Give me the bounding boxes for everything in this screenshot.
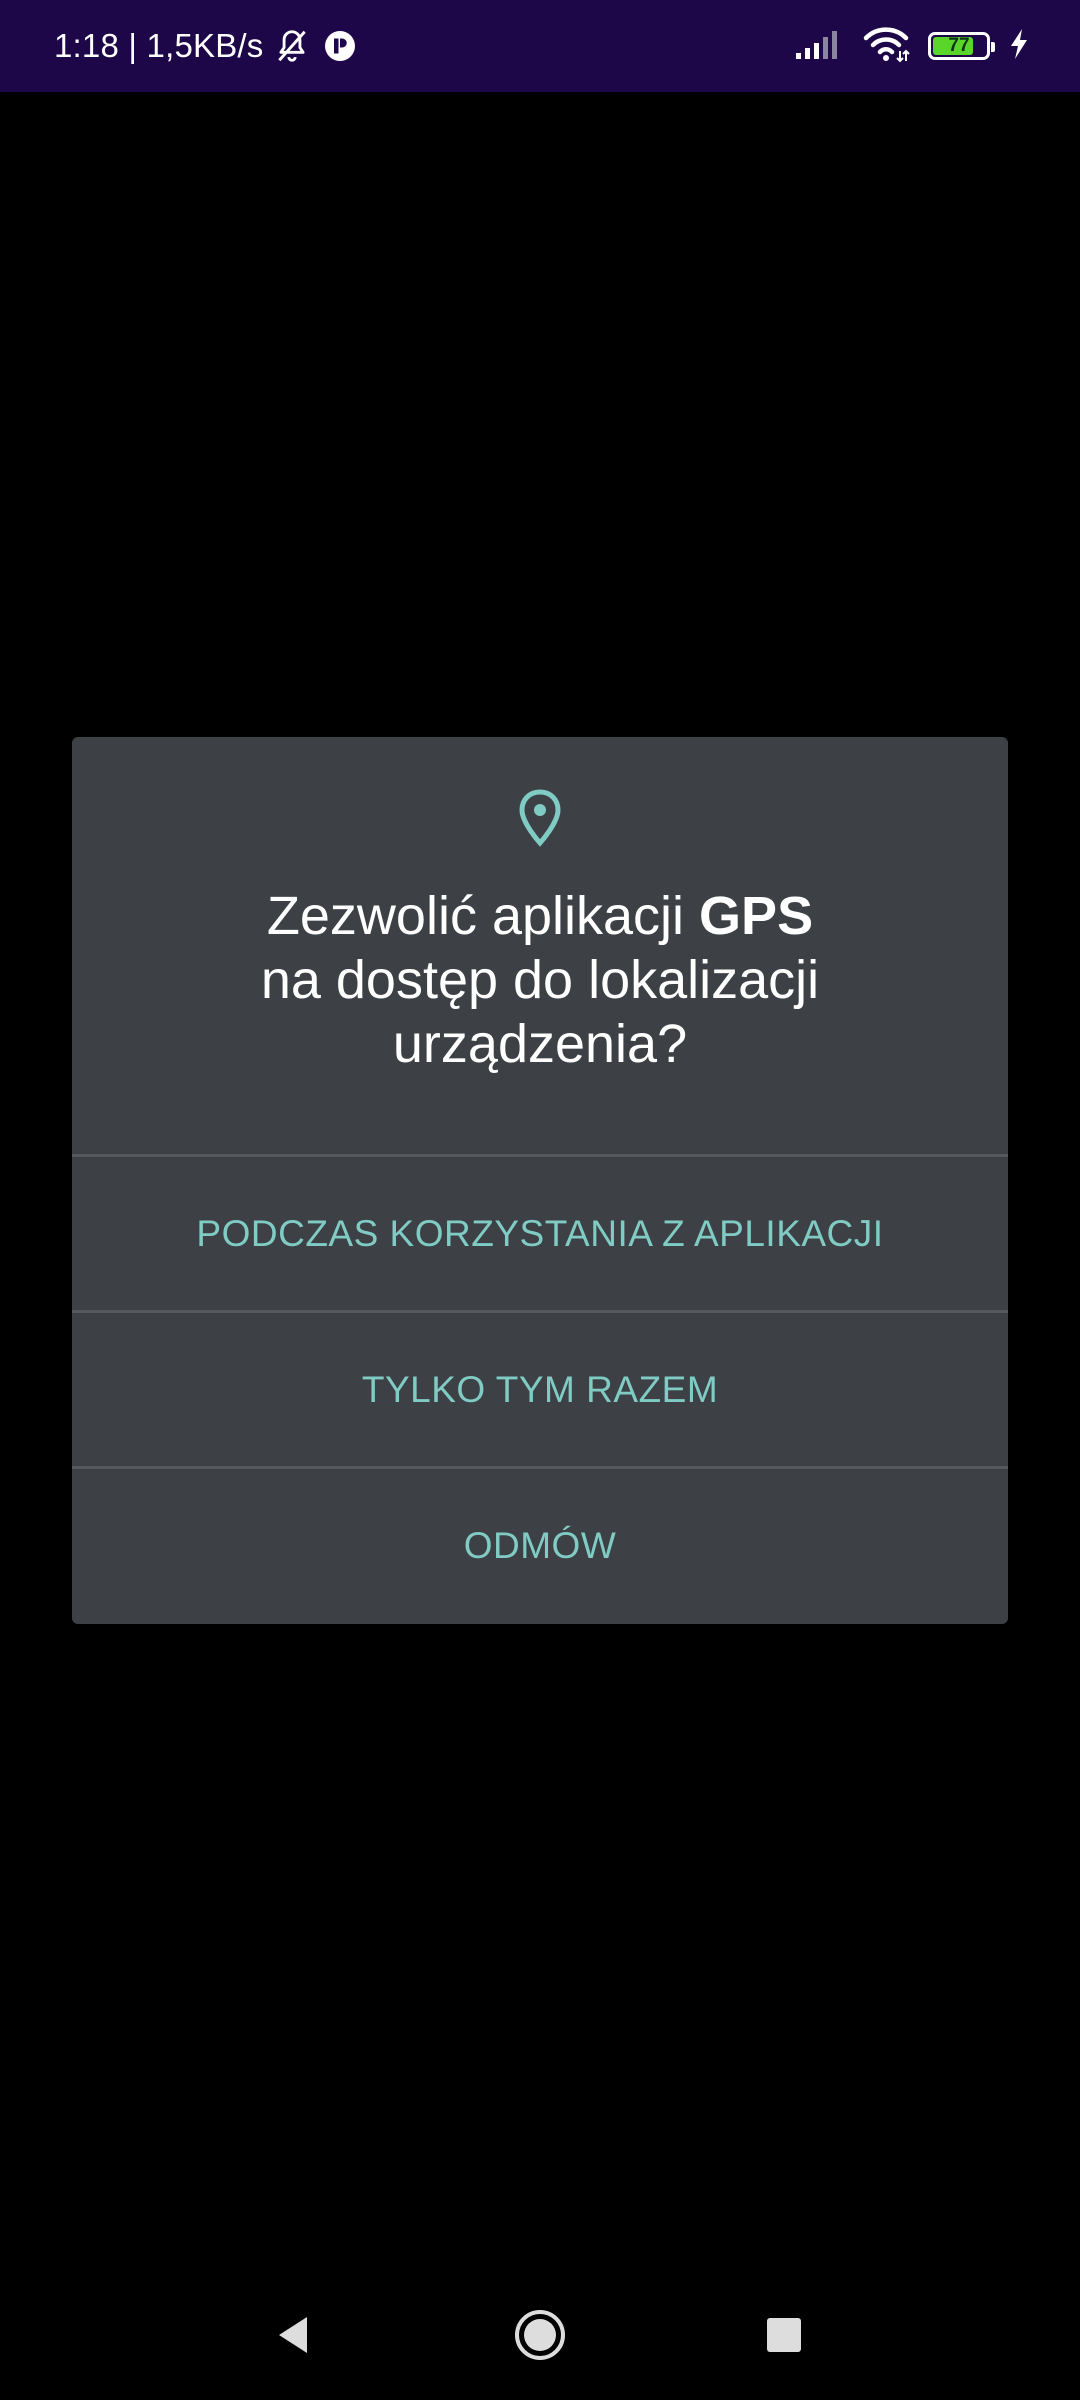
battery-level: 77 bbox=[948, 35, 970, 56]
dialog-title: Zezwolić aplikacji GPS na dostęp do loka… bbox=[72, 884, 1008, 1076]
title-line-3: urządzenia? bbox=[392, 1014, 688, 1074]
screen: 1:18 | 1,5KB/s 77 Zezwolić aplikacji GPS… bbox=[0, 0, 1080, 2400]
title-prefix: Zezwolić aplikacji bbox=[266, 886, 700, 946]
allow-only-this-time-button[interactable]: TYLKO TYM RAZEM bbox=[72, 1310, 1008, 1466]
battery-icon: 77 bbox=[928, 32, 995, 60]
status-time-speed: 1:18 | 1,5KB/s bbox=[54, 27, 264, 64]
status-right: 77 bbox=[794, 0, 1030, 92]
status-left: 1:18 | 1,5KB/s bbox=[54, 0, 360, 92]
deny-button[interactable]: ODMÓW bbox=[72, 1466, 1008, 1622]
notifications-off-icon bbox=[272, 26, 312, 66]
recents-icon[interactable] bbox=[749, 2300, 819, 2370]
home-icon[interactable] bbox=[505, 2300, 575, 2370]
permission-dialog: Zezwolić aplikacji GPS na dostęp do loka… bbox=[72, 737, 1008, 1624]
back-icon[interactable] bbox=[258, 2300, 328, 2370]
app-notification-icon bbox=[320, 26, 360, 66]
app-name: GPS bbox=[699, 886, 814, 946]
status-bar: 1:18 | 1,5KB/s 77 bbox=[0, 0, 1080, 92]
wifi-icon bbox=[862, 25, 910, 68]
allow-while-using-button[interactable]: PODCZAS KORZYSTANIA Z APLIKACJI bbox=[72, 1154, 1008, 1310]
title-line-1: Zezwolić aplikacji GPS bbox=[112, 884, 968, 948]
title-line-2: na dostęp do lokalizacji bbox=[260, 950, 820, 1010]
charging-icon bbox=[1008, 27, 1030, 66]
dialog-header: Zezwolić aplikacji GPS na dostęp do loka… bbox=[72, 737, 1008, 1154]
location-pin-icon bbox=[518, 789, 562, 847]
battery-cap bbox=[991, 42, 995, 52]
signal-icon bbox=[794, 27, 844, 66]
navigation-bar bbox=[0, 2280, 1080, 2390]
